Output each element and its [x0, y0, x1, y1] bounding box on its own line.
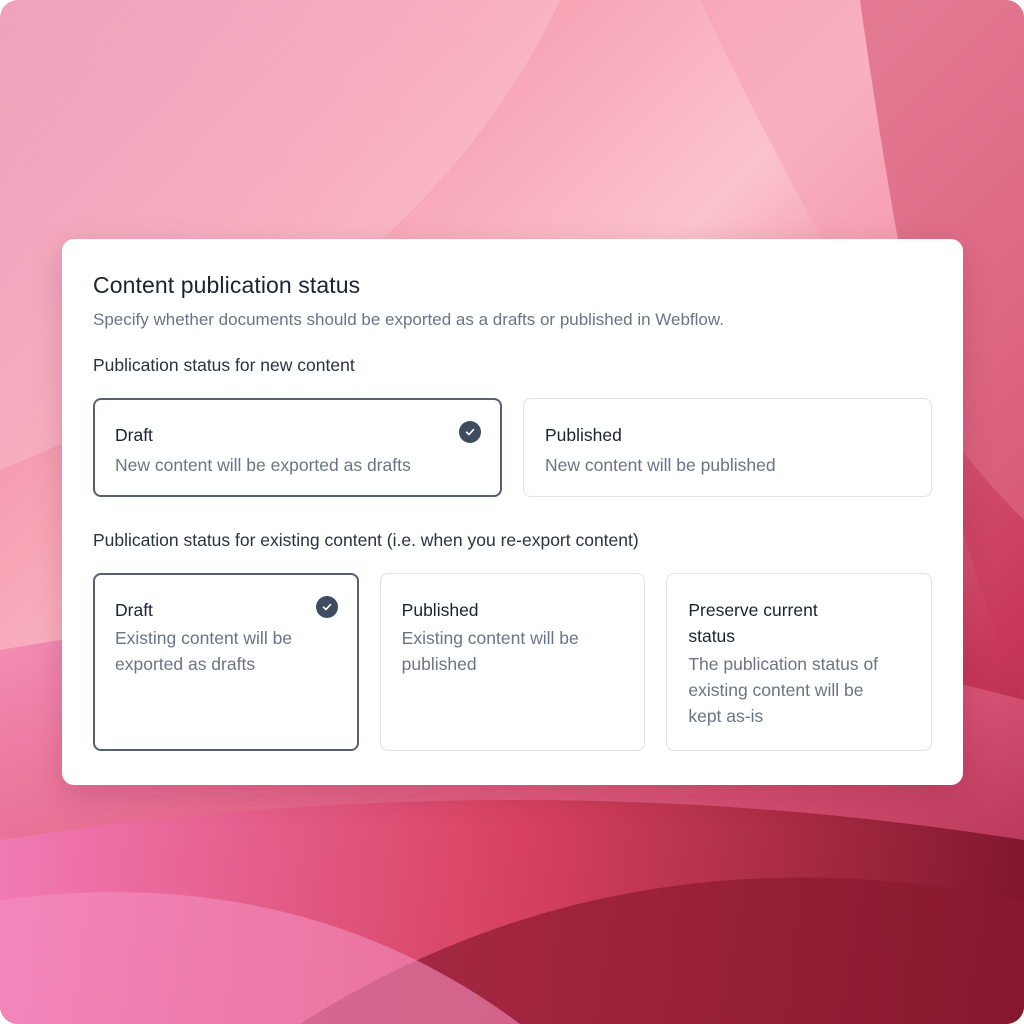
publication-status-panel: Content publication status Specify wheth… — [62, 239, 963, 785]
option-title: Draft — [115, 600, 153, 620]
existing-content-option-draft[interactable]: Draft Existing content will be exported … — [93, 573, 359, 751]
new-content-options: Draft New content will be exported as dr… — [93, 398, 932, 497]
existing-content-option-published[interactable]: Published Existing content will be publi… — [379, 573, 646, 751]
option-description: The publication status of existing conte… — [688, 654, 879, 726]
new-content-option-published[interactable]: Published New content will be published — [523, 398, 932, 497]
panel-subtitle: Specify whether documents should be expo… — [93, 310, 724, 329]
option-title: Draft — [115, 425, 153, 445]
existing-content-options: Draft Existing content will be exported … — [93, 573, 933, 751]
option-description: Existing content will be published — [401, 628, 579, 674]
existing-content-option-preserve[interactable]: Preserve current status The publication … — [666, 573, 933, 751]
option-title: Preserve current status — [688, 600, 818, 646]
existing-content-section-label: Publication status for existing content … — [93, 530, 639, 550]
option-description: Existing content will be exported as dra… — [115, 628, 293, 674]
check-circle-icon — [315, 596, 338, 618]
check-circle-icon — [459, 421, 481, 443]
panel-title: Content publication status — [93, 272, 361, 298]
new-content-section-label: Publication status for new content — [93, 355, 355, 375]
option-description: New content will be published — [545, 455, 776, 475]
option-description: New content will be exported as drafts — [115, 455, 411, 475]
option-title: Published — [401, 600, 479, 620]
new-content-option-draft[interactable]: Draft New content will be exported as dr… — [93, 398, 502, 497]
option-title: Published — [545, 425, 622, 445]
